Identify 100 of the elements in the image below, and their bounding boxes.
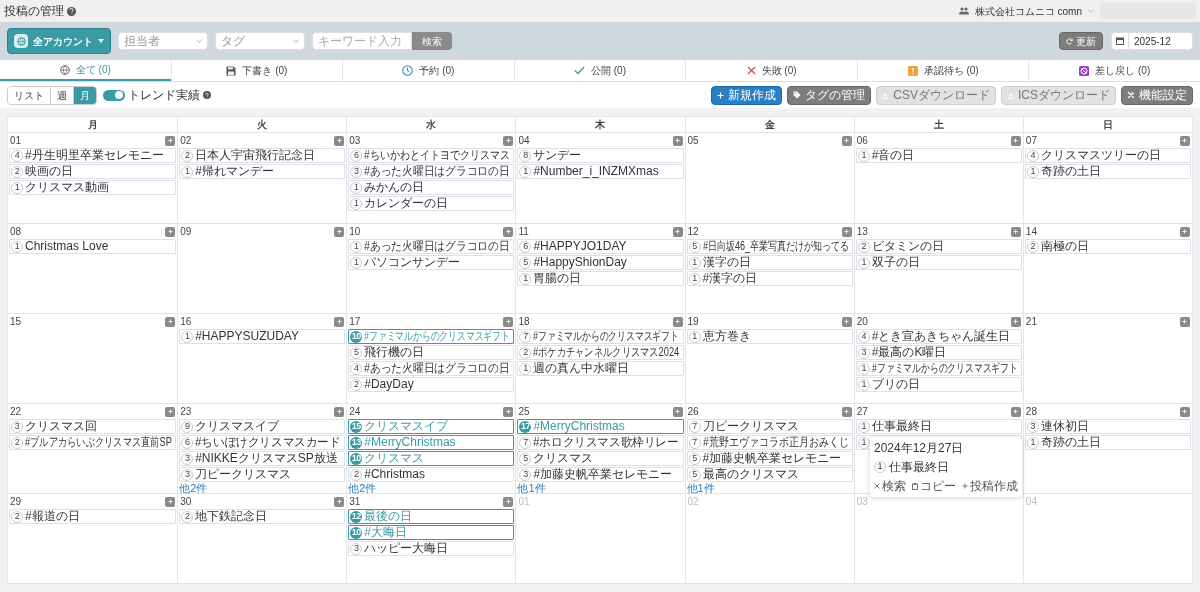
help-icon[interactable] — [203, 91, 211, 99]
add-button[interactable] — [165, 496, 176, 507]
trend-item[interactable]: 1 #Number_i_INZMXmas — [517, 164, 684, 179]
trend-item[interactable]: 7 #ホロクリスマス歌枠リレー — [517, 435, 684, 450]
popover-action[interactable]: 投稿作成 — [962, 477, 1018, 495]
trend-item[interactable]: 1 週の真ん中水曜日 — [517, 361, 684, 376]
trend-item[interactable]: 15 クリスマスイブ — [348, 419, 515, 434]
tab[interactable]: 下書き (0) — [170, 60, 343, 81]
add-button[interactable] — [1010, 226, 1021, 237]
trend-item[interactable]: 1 胃腸の日 — [517, 271, 684, 286]
trend-item[interactable]: 1 パソコンサンデー — [348, 255, 515, 270]
trend-item[interactable]: 5 #加藤史帆卒業セレモニー — [686, 451, 853, 466]
trend-item[interactable]: 5 クリスマス — [517, 451, 684, 466]
trend-item[interactable]: 2 #Christmas — [348, 467, 515, 482]
add-button[interactable] — [503, 496, 514, 507]
trend-item[interactable]: 2 南極の日 — [1024, 239, 1191, 254]
trend-item[interactable]: 4 #とき宣あきちゃん誕生日 — [855, 329, 1022, 344]
trend-item[interactable]: 1 #音の日 — [855, 148, 1022, 163]
trend-item[interactable]: 1 #帰れマンデー — [179, 164, 346, 179]
trend-item[interactable]: 4 #あった火曜日はグラコロの日 — [348, 361, 515, 376]
more-link[interactable]: 他1件 — [517, 483, 546, 494]
trend-item[interactable]: 2 ビタミンの日 — [855, 239, 1022, 254]
trend-item[interactable]: 1 奇跡の土日 — [1024, 164, 1191, 179]
trend-item[interactable]: 2 地下鉄記念日 — [179, 509, 346, 524]
trend-item[interactable]: 2 #DayDay — [348, 377, 515, 392]
more-link[interactable]: 他1件 — [686, 483, 715, 494]
toggle-switch[interactable] — [103, 89, 125, 101]
add-button[interactable] — [1180, 135, 1190, 146]
trend-item[interactable]: 5 飛行機の日 — [348, 345, 515, 360]
add-button[interactable] — [503, 135, 514, 146]
trend-item[interactable]: 4 クリスマスツリーの日 — [1024, 148, 1191, 163]
trend-item[interactable]: 6 #ちいぽけクリスマスカード — [179, 435, 346, 450]
popover-action[interactable]: コピー — [912, 477, 956, 495]
trend-item[interactable]: 2 日本人宇宙飛行記念日 — [179, 148, 346, 163]
trend-item[interactable]: 10 #ファミマルからのクリスマスギフト — [348, 329, 515, 344]
trend-item[interactable]: 5 最高のクリスマス — [686, 467, 853, 482]
trend-item[interactable]: 10 #大晦日 — [348, 525, 515, 540]
trend-item[interactable]: 1 Christmas Love — [9, 239, 177, 254]
trend-item[interactable]: 5 #HappyShionDay — [517, 255, 684, 270]
add-button[interactable] — [334, 496, 345, 507]
trend-item[interactable]: 1 #HAPPYSUZUDAY — [179, 329, 346, 344]
add-button[interactable] — [672, 226, 683, 237]
trend-item[interactable]: 1 カレンダーの日 — [348, 196, 515, 211]
add-button[interactable] — [841, 316, 852, 327]
add-button[interactable] — [1180, 226, 1190, 237]
tab[interactable]: 公開 (0) — [513, 60, 686, 81]
trend-item[interactable]: 10 クリスマス — [348, 451, 515, 466]
add-button[interactable] — [334, 135, 345, 146]
trend-item[interactable]: 7 刀ピークリスマス — [686, 419, 853, 434]
add-button[interactable] — [672, 316, 683, 327]
refresh-button[interactable]: 更新 — [1059, 32, 1103, 50]
tab[interactable]: 予約 (0) — [342, 60, 514, 81]
trend-item[interactable]: 3 ハッピー大晦日 — [348, 541, 515, 556]
popover-action[interactable]: 検索 — [874, 477, 906, 495]
add-button[interactable] — [334, 316, 345, 327]
trend-item[interactable]: 1 仕事最終日 — [855, 419, 1022, 434]
trend-item[interactable]: 3 #加藤史帆卒業セレモニー — [517, 467, 684, 482]
add-button[interactable] — [165, 316, 176, 327]
more-link[interactable]: 他2件 — [348, 483, 377, 494]
trend-item[interactable]: 1 恵方巻き — [686, 329, 853, 344]
toolbar-button[interactable]: 機能設定 — [1121, 85, 1193, 105]
trend-item[interactable]: 1 クリスマス動画 — [9, 180, 177, 195]
add-button[interactable] — [1010, 316, 1021, 327]
add-button[interactable] — [841, 135, 852, 146]
trend-item[interactable]: 6 #HAPPYJO1DAY — [517, 239, 684, 254]
trend-item[interactable]: 7 #ファミマルからのクリスマスギフト — [517, 329, 684, 344]
add-button[interactable] — [165, 406, 176, 417]
add-button[interactable] — [165, 226, 176, 237]
trend-item[interactable]: 4 #丹生明里卒業セレモニー — [9, 148, 177, 163]
tab[interactable]: 差し戻し (0) — [1028, 60, 1200, 81]
add-button[interactable] — [672, 135, 683, 146]
trend-item[interactable]: 2 映画の日 — [9, 164, 177, 179]
trend-item[interactable]: 3 #NIKKEクリスマスSP放送 — [179, 451, 346, 466]
add-button[interactable] — [1010, 406, 1021, 417]
add-button[interactable] — [503, 226, 514, 237]
add-button[interactable] — [334, 226, 345, 237]
trend-item[interactable]: 2 #報道の日 — [9, 509, 177, 524]
trend-item[interactable]: 1 #ファミマルからのクリスマスギフト — [855, 361, 1022, 376]
trend-item[interactable]: 1 #あった火曜日はグラコロの日 — [348, 239, 515, 254]
trend-item[interactable]: 9 クリスマスイブ — [179, 419, 346, 434]
add-button[interactable] — [672, 406, 683, 417]
trend-item[interactable]: 1 漢字の日 — [686, 255, 853, 270]
trend-item[interactable]: 1 奇跡の土日 — [1024, 435, 1191, 450]
trend-item[interactable]: 1 #漢字の日 — [686, 271, 853, 286]
add-button[interactable] — [334, 406, 345, 417]
add-button[interactable] — [503, 316, 514, 327]
trend-item[interactable]: 12 最後の日 — [348, 509, 515, 524]
trend-item[interactable]: 1 ブリの日 — [855, 377, 1022, 392]
trend-item[interactable]: 3 刀ピークリスマス — [179, 467, 346, 482]
trend-item[interactable]: 5 #日向坂46_卒業写真だけが知ってる — [686, 239, 853, 254]
trend-item[interactable]: 3 #あった火曜日はグラコロの日 — [348, 164, 515, 179]
trend-item[interactable]: 3 連休初日 — [1024, 419, 1191, 434]
trend-item[interactable]: 6 #ちいかわとイトヨでクリスマス — [348, 148, 515, 163]
trend-item[interactable]: 1 双子の日 — [855, 255, 1022, 270]
tab[interactable]: 失敗 (0) — [685, 60, 857, 81]
toolbar-button[interactable]: タグの管理 — [787, 85, 872, 105]
trend-item[interactable]: 2 #ブルアカらいぶクリスマス直前SP — [9, 435, 177, 450]
month-field[interactable]: 2025-12 — [1129, 32, 1193, 50]
trend-item[interactable]: 1 みかんの日 — [348, 180, 515, 195]
add-button[interactable] — [1180, 406, 1190, 417]
